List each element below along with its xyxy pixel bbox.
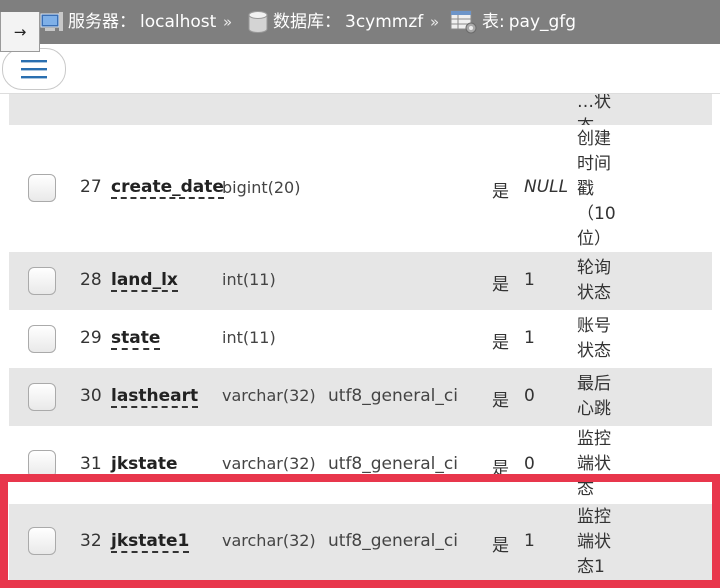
column-type: varchar(32) <box>222 454 316 473</box>
column-null: 是 <box>492 459 509 479</box>
table-row: 30 lastheart varchar(32) utf8_general_ci… <box>9 368 712 426</box>
column-collation: utf8_general_ci <box>328 454 458 474</box>
table-row: 31 jkstate varchar(32) utf8_general_ci 是… <box>9 426 712 504</box>
column-type: int(11) <box>222 328 276 347</box>
row-number: 32 <box>80 531 102 551</box>
row-checkbox[interactable] <box>28 450 56 478</box>
row-number: 29 <box>80 328 102 348</box>
column-name-link[interactable]: land_lx <box>111 270 178 292</box>
column-name-link[interactable]: jkstate <box>111 454 178 476</box>
column-collation: utf8_general_ci <box>328 531 458 551</box>
row-checkbox[interactable] <box>28 267 56 295</box>
table-row: 32 jkstate1 varchar(32) utf8_general_ci … <box>9 504 712 582</box>
column-null: 是 <box>492 391 509 411</box>
column-null: 是 <box>492 333 509 353</box>
column-default: 1 <box>524 270 535 290</box>
server-label: 服务器： <box>68 12 136 32</box>
row-checkbox[interactable] <box>28 325 56 353</box>
column-null: 是 <box>492 536 509 556</box>
hamburger-menu-icon <box>21 60 47 79</box>
column-comment: 轮询状态 <box>577 258 611 303</box>
row-checkbox[interactable] <box>28 527 56 555</box>
table-row: 28 land_lx int(11) 是 1 轮询状态 <box>9 252 712 310</box>
breadcrumb-database[interactable]: 数据库： 3cymmzf <box>247 0 423 44</box>
column-comment: 最后心跳 <box>577 374 611 419</box>
row-number: 30 <box>80 386 102 406</box>
row-checkbox[interactable] <box>28 383 56 411</box>
column-comment: 监控端状态1 <box>577 507 611 577</box>
breadcrumb-separator: » <box>223 13 233 31</box>
database-value[interactable]: 3cymmzf <box>345 0 423 44</box>
column-name-link[interactable]: lastheart <box>111 386 199 408</box>
column-default: 1 <box>524 328 535 348</box>
column-default: NULL <box>524 177 569 197</box>
database-label: 数据库： <box>273 12 341 32</box>
table-row: 29 state int(11) 是 1 账号状态 <box>9 310 712 368</box>
breadcrumb-server[interactable]: 服务器： localhost <box>40 0 216 44</box>
column-null: 是 <box>492 275 509 295</box>
table-label: 表: <box>482 12 505 32</box>
table-value[interactable]: pay_gfg <box>509 0 576 44</box>
row-checkbox[interactable] <box>28 174 56 202</box>
table-row: …状态 <box>9 94 712 125</box>
breadcrumb: 服务器： localhost » 数据库： 3cymmzf » 表: pay_g… <box>0 0 720 44</box>
column-default: 0 <box>524 454 535 474</box>
column-default: 0 <box>524 386 535 406</box>
column-type: bigint(20) <box>222 178 301 197</box>
breadcrumb-separator: » <box>430 13 440 31</box>
column-default: 1 <box>524 531 535 551</box>
column-type: varchar(32) <box>222 531 316 550</box>
row-number: 28 <box>80 270 102 290</box>
column-name-link[interactable]: create_date <box>111 177 224 199</box>
collapse-arrow-button[interactable]: → <box>0 12 40 52</box>
column-comment: 账号状态 <box>577 316 611 361</box>
column-comment: 创建时间戳（10位） <box>577 129 616 249</box>
server-value[interactable]: localhost <box>140 0 216 44</box>
right-arrow-icon: → <box>13 23 27 41</box>
row-number: 31 <box>80 454 102 474</box>
column-comment: …状态 <box>577 94 611 125</box>
column-type: int(11) <box>222 270 276 289</box>
table-icon <box>450 10 477 34</box>
row-number: 27 <box>80 177 102 197</box>
server-icon <box>40 12 63 31</box>
column-comment: 监控端状态 <box>577 429 611 499</box>
breadcrumb-table[interactable]: 表: pay_gfg <box>450 0 576 44</box>
menu-bar <box>0 44 720 94</box>
menu-toggle-button[interactable] <box>2 48 66 90</box>
column-null: 是 <box>492 182 509 202</box>
table-row: 27 create_date bigint(20) 是 NULL 创建时间戳（1… <box>9 125 712 252</box>
database-icon <box>248 11 268 33</box>
column-name-link[interactable]: jkstate1 <box>111 531 190 553</box>
column-collation: utf8_general_ci <box>328 386 458 406</box>
column-name-link[interactable]: state <box>111 328 161 350</box>
column-type: varchar(32) <box>222 386 316 405</box>
